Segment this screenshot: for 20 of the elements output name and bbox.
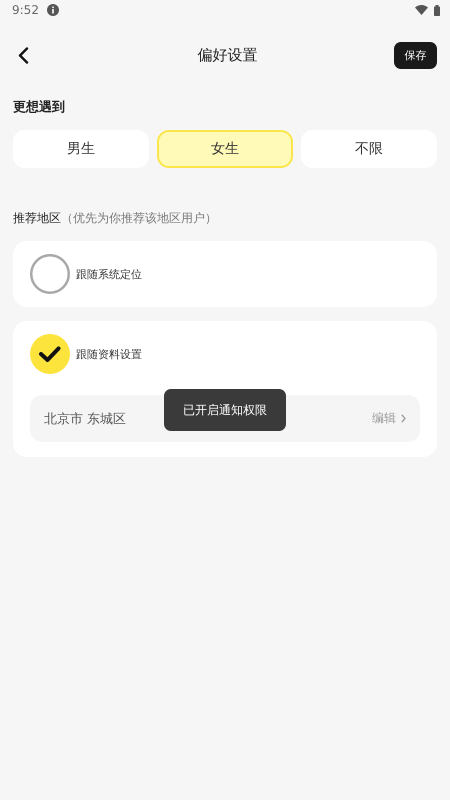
- gender-option[interactable]: 男生: [13, 130, 149, 168]
- gender-option[interactable]: 女生: [157, 130, 293, 168]
- chevron-icon: [401, 414, 406, 423]
- battery-icon: [434, 4, 440, 16]
- save-button[interactable]: 保存: [394, 42, 437, 68]
- page-title: 偏好设置: [198, 46, 258, 64]
- section-title: 推荐地区: [13, 210, 61, 227]
- radio-button[interactable]: [30, 254, 70, 294]
- wifi-icon: [415, 5, 428, 15]
- clock-time: 9:52: [12, 3, 39, 17]
- location-text: 北京市 东城区: [44, 410, 126, 428]
- checked-radio[interactable]: [30, 334, 70, 374]
- back-icon[interactable]: [18, 46, 29, 64]
- toast-message: 已开启通知权限: [164, 389, 286, 431]
- gender-option[interactable]: 不限: [301, 130, 437, 168]
- option-label: 跟随资料设置: [76, 346, 142, 362]
- section-title: 更想遇到: [13, 99, 65, 116]
- option-label: 跟随系统定位: [76, 266, 142, 282]
- section-hint: （优先为你推荐该地区用户）: [61, 210, 217, 227]
- info-icon: [46, 4, 59, 16]
